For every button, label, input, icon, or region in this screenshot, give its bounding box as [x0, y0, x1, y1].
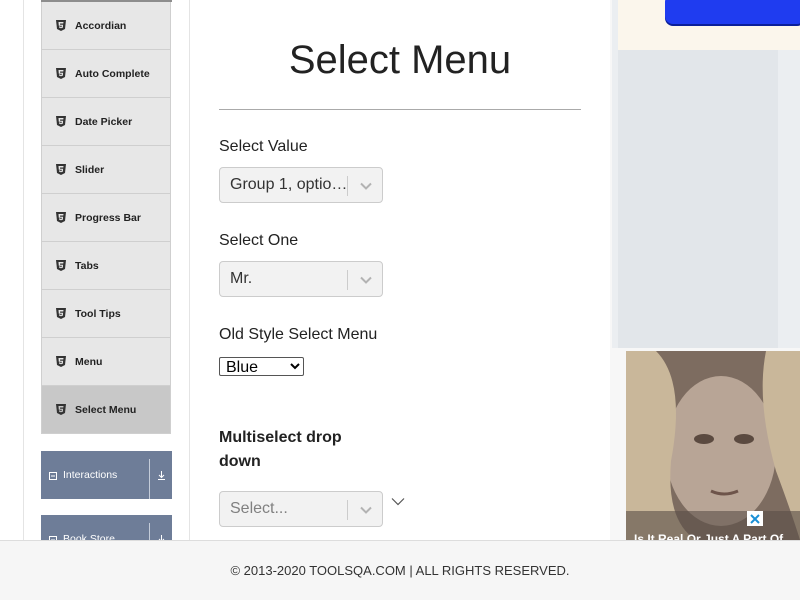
- select-one-dropdown[interactable]: Mr.: [219, 261, 383, 297]
- sidebar-item-menu[interactable]: Menu: [41, 338, 171, 386]
- sidebar-item-label: Tabs: [75, 259, 99, 272]
- sidebar-item-label: Slider: [75, 163, 105, 176]
- sidebar-item-label: Date Picker: [75, 115, 133, 128]
- dropdown-separator: [347, 500, 348, 520]
- sidebar-item-label: Menu: [75, 355, 103, 368]
- select-value-label: Select Value: [219, 138, 308, 155]
- html5-icon: [56, 164, 66, 175]
- multiselect-dropdown[interactable]: Select...: [219, 491, 383, 527]
- footer-copyright: © 2013-2020 TOOLSQA.COM | ALL RIGHTS RES…: [230, 563, 570, 578]
- sidebar-item-auto-complete[interactable]: Auto Complete: [41, 50, 171, 98]
- download-arrow-icon[interactable]: [155, 451, 167, 499]
- chevron-down-icon[interactable]: [358, 179, 374, 193]
- page-title: Select Menu: [288, 38, 512, 82]
- sidebar-item-date-picker[interactable]: Date Picker: [41, 98, 171, 146]
- ad-pattern: [618, 48, 778, 348]
- chevron-down-icon[interactable]: [358, 273, 374, 287]
- html5-icon: [56, 356, 66, 367]
- select-one-current: Mr.: [230, 270, 253, 287]
- html5-icon: [56, 260, 66, 271]
- sidebar-item-label: Accordian: [75, 19, 127, 32]
- html5-icon: [56, 308, 66, 319]
- sidebar-item-accordian[interactable]: Accordian: [41, 2, 171, 50]
- old-style-select-label: Old Style Select Menu: [219, 326, 378, 343]
- left-panel: Accordian Auto Complete Date Picker Slid…: [23, 0, 190, 563]
- sidebar-item-slider[interactable]: Slider: [41, 146, 171, 194]
- title-divider: [219, 109, 581, 110]
- sidebar-group-interactions[interactable]: Interactions: [41, 451, 172, 499]
- html5-icon: [56, 20, 66, 31]
- sidebar-item-tabs[interactable]: Tabs: [41, 242, 171, 290]
- html5-icon: [56, 68, 66, 79]
- sidebar-item-select-menu[interactable]: Select Menu: [41, 386, 171, 434]
- group-divider: [149, 459, 150, 499]
- select-value-dropdown[interactable]: Group 1, option 1: [219, 167, 383, 203]
- sidebar-item-label: Select Menu: [75, 403, 137, 416]
- sidebar-item-label: Auto Complete: [75, 67, 150, 80]
- dropdown-separator: [347, 176, 348, 196]
- close-icon[interactable]: [747, 511, 763, 526]
- footer: © 2013-2020 TOOLSQA.COM | ALL RIGHTS RES…: [0, 540, 800, 600]
- html5-icon: [56, 116, 66, 127]
- html5-icon: [56, 404, 66, 415]
- multiselect-placeholder: Select...: [230, 500, 288, 517]
- video-ad-image: [626, 351, 800, 540]
- old-style-select[interactable]: Blue: [219, 357, 304, 376]
- chevron-down-icon: [391, 494, 405, 512]
- video-ad[interactable]: [626, 351, 800, 540]
- sidebar-item-label: Progress Bar: [75, 211, 141, 224]
- sidebar-menu-list: Accordian Auto Complete Date Picker Slid…: [41, 0, 172, 434]
- chevron-down-icon[interactable]: [358, 503, 374, 517]
- sidebar-item-progress-bar[interactable]: Progress Bar: [41, 194, 171, 242]
- select-value-current: Group 1, option 1: [230, 176, 348, 193]
- sidebar-item-label: Tool Tips: [75, 307, 121, 320]
- ad-button[interactable]: [665, 0, 800, 24]
- html5-icon: [56, 212, 66, 223]
- multiselect-label: Multiselect drop down: [219, 429, 342, 470]
- group-label: Interactions: [63, 469, 118, 481]
- square-icon: [49, 471, 57, 480]
- sidebar-item-tool-tips[interactable]: Tool Tips: [41, 290, 171, 338]
- select-one-label: Select One: [219, 232, 299, 249]
- dropdown-separator: [347, 270, 348, 290]
